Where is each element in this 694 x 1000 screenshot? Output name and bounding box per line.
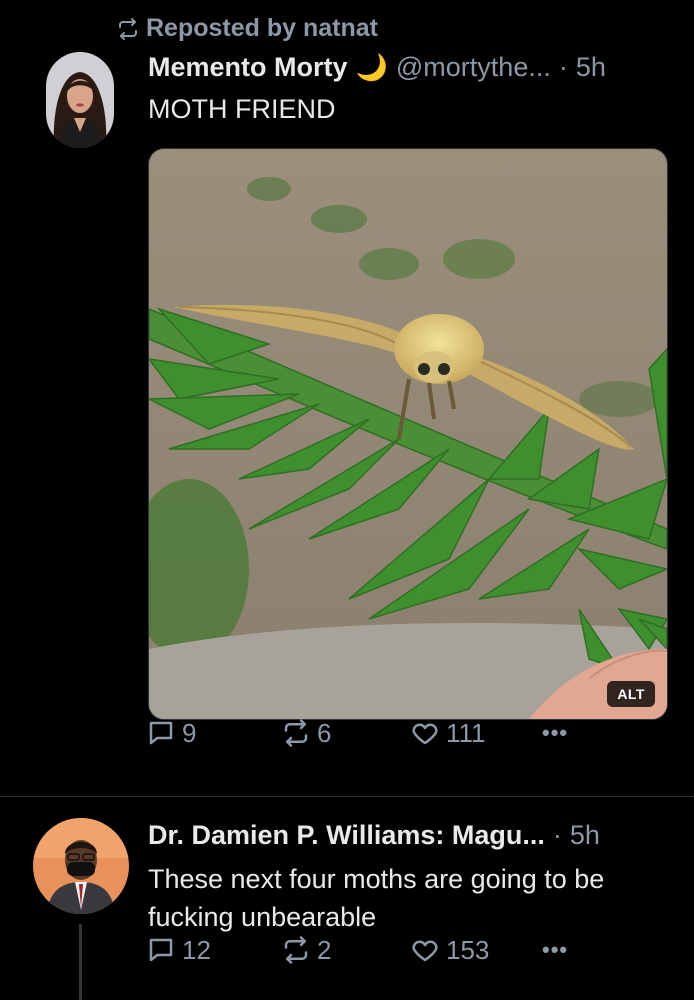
more-button[interactable]: ••• xyxy=(542,720,568,746)
like-count: 111 xyxy=(446,717,486,748)
reply-button[interactable]: 12 xyxy=(146,935,211,966)
like-button[interactable]: 111 xyxy=(410,718,486,749)
more-icon: ••• xyxy=(542,937,569,962)
repost-button[interactable]: 6 xyxy=(281,718,331,749)
timestamp[interactable]: 5h xyxy=(570,820,600,851)
post-image[interactable]: ALT xyxy=(148,148,668,720)
post-text: MOTH FRIEND xyxy=(148,94,336,124)
reply-count: 9 xyxy=(182,717,197,748)
post-header: Dr. Damien P. Williams: Magu... · 5h xyxy=(148,820,678,851)
display-name[interactable]: Memento Morty xyxy=(148,52,348,83)
alt-text-button[interactable]: ALT xyxy=(607,681,655,707)
like-button[interactable]: 153 xyxy=(410,935,489,966)
more-icon: ••• xyxy=(542,720,569,745)
repost-icon xyxy=(284,936,308,964)
reply-icon xyxy=(149,721,173,745)
repost-count: 6 xyxy=(317,717,332,748)
heart-icon xyxy=(412,723,438,745)
like-count: 153 xyxy=(446,934,490,965)
reply-count: 12 xyxy=(182,934,211,965)
repost-icon xyxy=(284,719,308,747)
avatar-image xyxy=(33,818,129,914)
avatar-image xyxy=(46,52,114,148)
repost-indicator[interactable]: Reposted by natnat xyxy=(116,14,378,43)
heart-icon xyxy=(412,940,438,962)
post-divider xyxy=(0,796,694,797)
repost-button[interactable]: 2 xyxy=(281,935,331,966)
avatar[interactable] xyxy=(33,818,129,914)
reply-button[interactable]: 9 xyxy=(146,718,196,749)
repost-label: Reposted by natnat xyxy=(146,14,378,42)
feed: Reposted by natnat Memento Morty 🌙 @mort… xyxy=(0,0,694,1000)
separator-dot: · xyxy=(552,820,562,850)
thread-line xyxy=(79,924,82,1000)
repost-count: 2 xyxy=(317,934,332,965)
moon-emoji: 🌙 xyxy=(355,52,388,82)
moth-photo xyxy=(149,149,667,719)
timestamp[interactable]: 5h xyxy=(576,52,606,83)
separator-dot: · xyxy=(558,52,568,82)
post-text: These next four moths are going to be fu… xyxy=(148,864,605,932)
repost-icon xyxy=(119,17,137,40)
handle[interactable]: @mortythe... xyxy=(396,52,551,83)
display-name[interactable]: Dr. Damien P. Williams: Magu... xyxy=(148,820,545,851)
avatar[interactable] xyxy=(46,52,114,148)
post-header: Memento Morty 🌙 @mortythe... · 5h xyxy=(148,52,678,83)
more-button[interactable]: ••• xyxy=(542,937,568,963)
reply-icon xyxy=(149,938,173,962)
